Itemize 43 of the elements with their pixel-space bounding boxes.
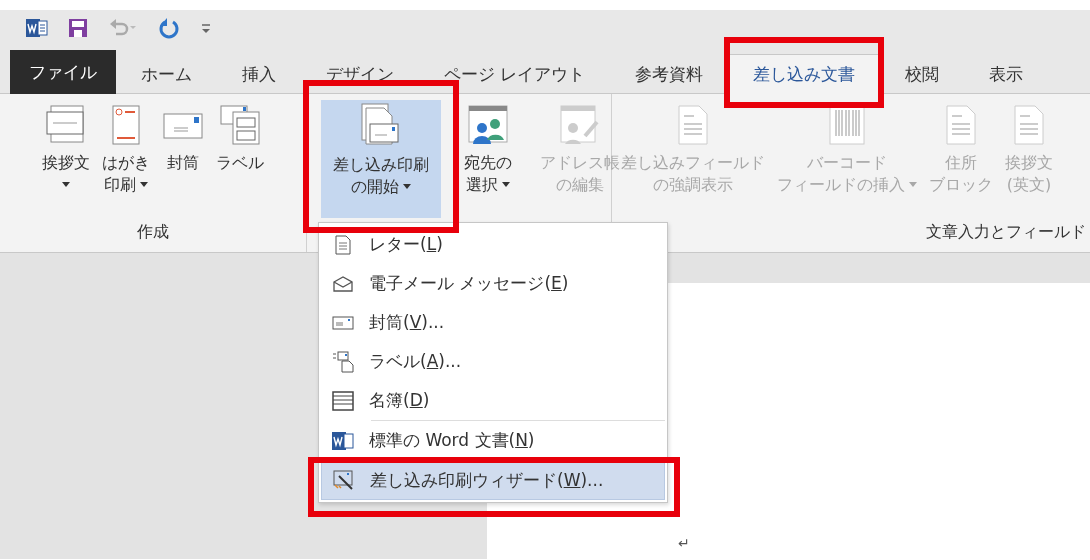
group-label: 文章入力とフィールド (926, 222, 1086, 243)
file-tab[interactable]: ファイル (10, 50, 116, 94)
save-icon[interactable] (68, 18, 88, 38)
greeting-card-icon (45, 104, 87, 146)
ribbon-tab[interactable]: ホーム (116, 54, 217, 94)
edit-list-icon (559, 104, 601, 146)
document-icon (677, 104, 709, 146)
envelope-icon (333, 275, 353, 292)
ribbon-tab[interactable]: ページ レイアウト (419, 54, 611, 94)
ribbon-button[interactable]: 差し込み印刷 の開始 (321, 100, 441, 218)
paragraph-mark: ↵ (678, 535, 690, 551)
document-icon (335, 234, 351, 255)
menu-item[interactable]: 名簿(D) (321, 381, 665, 420)
group-label: 作成 (137, 222, 169, 243)
ribbon-tab[interactable]: 挿入 (217, 54, 301, 94)
word-logo-icon (332, 429, 354, 452)
magic-wand-icon (333, 470, 355, 490)
document-icon (1013, 104, 1045, 146)
ribbon-button[interactable]: 宛先の 選択 (459, 100, 517, 200)
word-logo-icon[interactable] (26, 18, 48, 38)
ribbon-tab[interactable]: 参考資料 (610, 54, 729, 94)
ribbon-tab[interactable]: 校閲 (880, 54, 965, 94)
ribbon-tab[interactable]: 差し込み文書 (728, 54, 881, 94)
people-icon (467, 104, 509, 146)
customize-icon[interactable] (200, 21, 212, 35)
ribbon-button[interactable]: はがき 印刷 (97, 100, 155, 200)
menu-item[interactable]: 電子メール メッセージ(E) (321, 264, 665, 303)
menu-item[interactable]: 封筒(V)... (321, 303, 665, 342)
ribbon-button[interactable]: 封筒 (157, 100, 209, 178)
ribbon-button[interactable]: ラベル (211, 100, 269, 178)
menu-item[interactable]: 差し込み印刷ウィザード(W)... (321, 460, 665, 500)
menu-item[interactable]: レター(L) (321, 225, 665, 264)
menu-item[interactable]: 標準の Word 文書(N) (321, 421, 665, 460)
ribbon-button[interactable]: 挨拶文 (37, 100, 95, 199)
postcard-icon (111, 104, 141, 146)
menu-item[interactable]: ラベル(A)... (321, 342, 665, 381)
document-icon (945, 104, 977, 146)
labels-icon (219, 104, 261, 146)
ribbon-tab[interactable]: 表示 (964, 54, 1049, 94)
labels-icon (332, 350, 354, 373)
repeat-icon[interactable] (158, 17, 180, 39)
list-icon (332, 390, 354, 411)
envelope-icon (332, 314, 354, 331)
